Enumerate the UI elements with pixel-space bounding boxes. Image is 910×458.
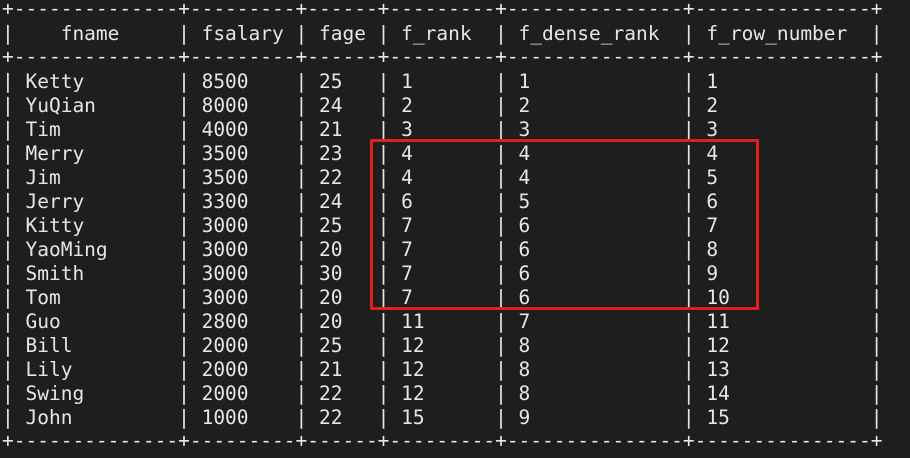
table-row: | John | 1000 | 22 | 15 | 9 | 15 | xyxy=(2,406,883,429)
table-row: | Jerry | 3300 | 24 | 6 | 5 | 6 | xyxy=(2,190,883,213)
table-row: | Guo | 2800 | 20 | 11 | 7 | 11 | xyxy=(2,310,883,333)
table-row: | YuQian | 8000 | 24 | 2 | 2 | 2 | xyxy=(2,94,883,117)
table-row: | Swing | 2000 | 22 | 12 | 8 | 14 | xyxy=(2,382,883,405)
table-row: | Kitty | 3000 | 25 | 7 | 6 | 7 | xyxy=(2,214,883,237)
table-row: | Ketty | 8500 | 25 | 1 | 1 | 1 | xyxy=(2,70,883,93)
table-row: | Bill | 2000 | 25 | 12 | 8 | 12 | xyxy=(2,334,883,357)
table-row: | YaoMing | 3000 | 20 | 7 | 6 | 8 | xyxy=(2,238,883,261)
table-row: | Tim | 4000 | 21 | 3 | 3 | 3 | xyxy=(2,118,883,141)
table-row: | Tom | 3000 | 20 | 7 | 6 | 10 | xyxy=(2,286,883,309)
table-border-bottom: +--------------+---------+------+-------… xyxy=(2,429,883,452)
table-border-header: +--------------+---------+------+-------… xyxy=(2,45,883,68)
terminal-window: +--------------+---------+------+-------… xyxy=(0,0,910,458)
table-row: | Smith | 3000 | 30 | 7 | 6 | 9 | xyxy=(2,262,883,285)
table-row: | Merry | 3500 | 23 | 4 | 4 | 4 | xyxy=(2,142,883,165)
table-border-top: +--------------+---------+------+-------… xyxy=(2,0,883,20)
table-row: | Jim | 3500 | 22 | 4 | 4 | 5 | xyxy=(2,166,883,189)
table-header-row: | fname | fsalary | fage | f_rank | f_de… xyxy=(2,22,883,45)
table-row: | Lily | 2000 | 21 | 12 | 8 | 13 | xyxy=(2,358,883,381)
